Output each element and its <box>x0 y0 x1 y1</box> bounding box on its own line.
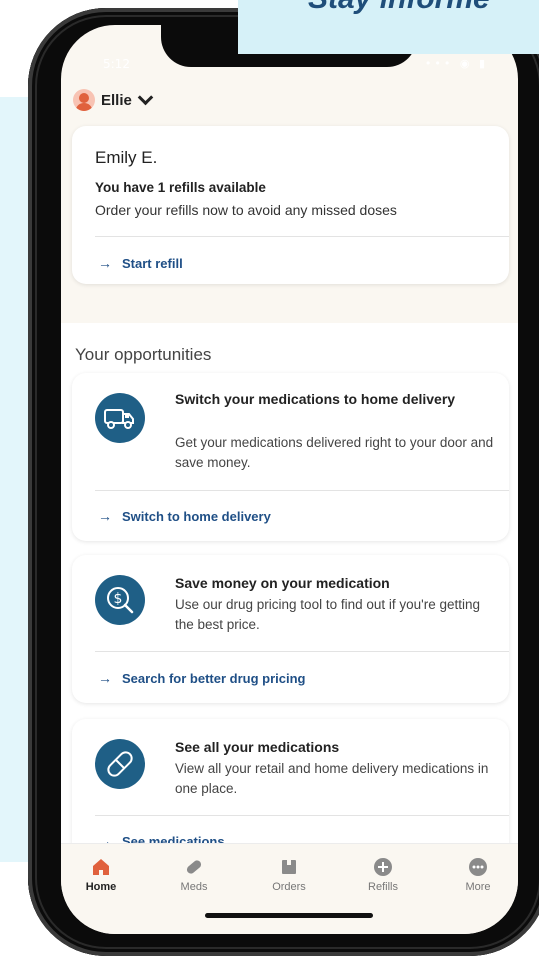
banner-text: Stay informe <box>308 0 490 16</box>
tab-label: Meds <box>180 881 208 893</box>
promo-banner: Stay informe <box>238 0 539 54</box>
chevron-down-icon <box>137 89 154 105</box>
opportunity-title: Switch your medications to home delivery <box>175 391 456 407</box>
divider <box>95 651 509 652</box>
tab-label: Refills <box>368 881 398 893</box>
switch-home-delivery-label: Switch to home delivery <box>122 508 271 524</box>
switch-home-delivery-link[interactable]: → Switch to home delivery <box>98 508 271 524</box>
search-drug-pricing-link[interactable]: → Search for better drug pricing <box>98 670 305 686</box>
divider <box>95 236 509 237</box>
bottom-tab-bar: Home Meds Orders Refills More <box>61 843 518 934</box>
arrow-right-icon: → <box>98 508 112 524</box>
tab-more[interactable]: More <box>443 856 513 893</box>
opportunity-title: See all your medications <box>175 739 340 755</box>
arrow-right-icon: → <box>98 670 112 686</box>
divider <box>95 815 509 816</box>
refill-subtext: Order your refills now to avoid any miss… <box>95 202 397 218</box>
app-screen: 5:12 ••• ◉ ▮ Ellie Emily E. You have 1 r… <box>61 25 518 934</box>
more-dots-icon <box>469 858 487 876</box>
home-delivery-card: Switch your medications to home delivery… <box>72 373 509 541</box>
status-time: 5:12 <box>103 57 130 71</box>
refill-card: Emily E. You have 1 refills available Or… <box>72 126 509 284</box>
search-drug-pricing-label: Search for better drug pricing <box>122 670 306 686</box>
svg-text:$: $ <box>114 591 123 607</box>
tab-meds[interactable]: Meds <box>159 856 229 893</box>
opportunity-description: Get your medications delivered right to … <box>175 435 494 470</box>
divider <box>95 490 509 491</box>
opportunity-title: Save money on your medication <box>175 575 390 591</box>
start-refill-link[interactable]: → Start refill <box>98 255 183 271</box>
home-indicator[interactable] <box>205 913 373 918</box>
arrow-right-icon: → <box>98 255 112 271</box>
plus-circle-icon <box>374 858 392 876</box>
drug-pricing-card: $ Save money on your medication Use our … <box>72 555 509 703</box>
status-icons: ••• ◉ ▮ <box>424 57 488 70</box>
opportunity-description: Use our drug pricing tool to find out if… <box>175 597 481 632</box>
pill-icon <box>95 739 145 789</box>
tab-refills[interactable]: Refills <box>348 856 418 893</box>
avatar <box>73 89 95 111</box>
tab-label: Orders <box>272 881 306 893</box>
opportunity-description: View all your retail and home delivery m… <box>175 761 489 796</box>
section-title: Your opportunities <box>75 345 212 364</box>
profile-name: Ellie <box>101 91 132 109</box>
tab-home[interactable]: Home <box>66 856 136 893</box>
tab-label: Home <box>85 881 117 893</box>
opportunities-section: Your opportunities Switch your medicatio… <box>61 323 518 869</box>
profile-switcher[interactable]: Ellie <box>73 89 154 111</box>
refill-headline: You have 1 refills available <box>95 180 266 195</box>
tab-label: More <box>465 881 491 893</box>
home-icon <box>93 859 109 875</box>
pill-icon <box>186 860 202 874</box>
dollar-search-icon: $ <box>95 575 145 625</box>
box-icon <box>282 860 296 874</box>
delivery-truck-icon <box>95 393 145 443</box>
start-refill-label: Start refill <box>122 255 183 271</box>
member-name: Emily E. <box>95 148 158 167</box>
tab-orders[interactable]: Orders <box>254 856 324 893</box>
